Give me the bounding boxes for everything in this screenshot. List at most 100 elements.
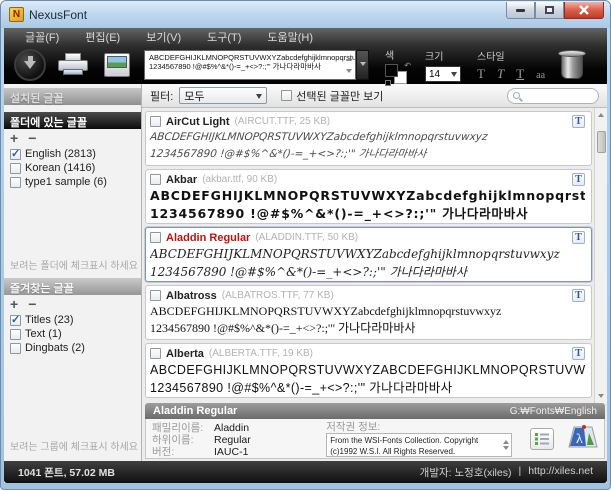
font-name: Akbar — [166, 174, 197, 186]
scroll-down-icon[interactable] — [598, 394, 604, 401]
scroll-up-icon — [503, 437, 509, 444]
font-checkbox[interactable] — [150, 174, 161, 185]
preview-line-2: 1234567890 !@#$%^&*()-=_+<>?:;'" 가나다라마바사 — [149, 62, 343, 71]
folder-item-korean[interactable]: Korean (1416) — [4, 161, 141, 175]
underline-button[interactable]: T — [516, 67, 524, 80]
add-folder-button[interactable]: + — [10, 131, 18, 145]
svg-text:λ: λ — [576, 432, 583, 447]
font-list: AirCut Light (AIRCUT.TTF, 25 KB) T ABCDE… — [142, 108, 594, 403]
font-checkbox[interactable] — [150, 348, 161, 359]
font-preview-line2: 1234567890 !@#$%^&*()-=_+<>?:;'" 가나다라마바사 — [149, 146, 586, 163]
chevron-down-icon — [360, 62, 366, 69]
filter-select[interactable]: 모두 — [179, 87, 267, 104]
print-button[interactable] — [58, 53, 88, 77]
font-list-item[interactable]: AirCut Light (AIRCUT.TTF, 25 KB) T ABCDE… — [145, 111, 592, 166]
restore-button[interactable] — [535, 2, 564, 19]
scroll-up-icon[interactable] — [598, 110, 604, 117]
install-font-icon[interactable]: T — [572, 231, 585, 244]
checkbox[interactable] — [281, 90, 292, 101]
font-list-item[interactable]: Albatross (ALBATROS.TTF, 77 KB) T ABCDEF… — [145, 285, 592, 340]
menu-edit[interactable]: 편집(E) — [72, 29, 133, 45]
selected-only-checkbox[interactable]: 선택된 글꼴만 보기 — [281, 88, 383, 104]
checkbox[interactable] — [10, 329, 21, 340]
search-box[interactable] — [507, 88, 599, 104]
group-item-titles[interactable]: Titles (23) — [4, 313, 141, 327]
checkbox[interactable] — [10, 315, 21, 326]
checkbox[interactable] — [10, 163, 21, 174]
install-font-icon[interactable]: T — [572, 347, 585, 360]
size-group: 크기 14 — [425, 48, 461, 82]
version-value: IAUC-1 — [214, 446, 248, 458]
trash-button[interactable] — [557, 50, 587, 80]
restore-icon — [545, 6, 554, 14]
export-image-button[interactable] — [104, 53, 130, 77]
bold-button[interactable]: T — [477, 67, 485, 80]
install-font-icon[interactable]: T — [572, 173, 585, 186]
swap-colors-icon[interactable]: ↶ — [404, 62, 411, 70]
folder-fonts-header[interactable]: 폴더에 있는 글꼴 — [4, 112, 141, 129]
font-checkbox[interactable] — [150, 290, 161, 301]
font-list-item[interactable]: Akbar (akbar.ttf, 90 KB) T ABCDEFGHIJKLM… — [145, 169, 592, 224]
preview-spinner[interactable] — [344, 52, 354, 78]
preview-dropdown-button[interactable] — [356, 50, 369, 80]
chevron-down-icon — [451, 72, 457, 80]
group-item-dingbats[interactable]: Dingbats (2) — [4, 341, 141, 355]
font-list-item[interactable]: Alberta (ALBERTA.TTF, 19 KB) T ABCDEFGHI… — [145, 343, 592, 398]
font-file-info: (ALBATROS.TTF, 77 KB) — [222, 290, 334, 301]
menu-bar: 글꼴(F) 편집(E) 보기(V) 도구(T) 도움말(H) — [4, 28, 607, 46]
install-font-icon[interactable]: T — [572, 115, 585, 128]
install-font-icon[interactable]: T — [572, 289, 585, 302]
font-info-button[interactable]: λ — [568, 423, 598, 454]
group-item-text[interactable]: Text (1) — [4, 327, 141, 341]
font-name: AirCut Light — [166, 116, 230, 128]
folder-item-type1[interactable]: type1 sample (6) — [4, 175, 141, 189]
font-checkbox[interactable] — [150, 116, 161, 127]
family-name-value: Aladdin — [214, 422, 249, 434]
color-swatches[interactable]: ↶ — [385, 64, 409, 84]
copyright-textbox[interactable]: From the WSI-Fonts Collection. Copyright… — [326, 433, 512, 457]
image-icon — [107, 56, 127, 68]
installed-fonts-header[interactable]: 설치된 글꼴 — [4, 88, 141, 105]
size-select[interactable]: 14 — [425, 66, 461, 82]
window-title: NexusFont — [29, 8, 87, 22]
favorite-fonts-header[interactable]: 즐겨찾는 글꼴 — [4, 278, 141, 295]
install-button[interactable] — [14, 49, 46, 81]
font-name: Alberta — [166, 348, 204, 360]
toolbar: ABCDEFGHIJKLMNOPQRSTUVWXYZabcdefghijklmn… — [4, 46, 607, 84]
color-label: 색 — [385, 47, 394, 62]
search-input[interactable] — [523, 90, 583, 101]
style-group: 스타일 T T T aa — [477, 48, 545, 82]
checkbox[interactable] — [10, 343, 21, 354]
checkbox[interactable] — [10, 177, 21, 188]
italic-button[interactable]: T — [497, 67, 504, 80]
lambda-icon: λ — [568, 423, 598, 449]
copyright-scrollbar[interactable] — [501, 435, 511, 455]
character-list-button[interactable] — [530, 428, 554, 450]
detail-header: Aladdin Regular G:₩Fonts₩English — [145, 403, 605, 419]
foreground-color-swatch[interactable] — [385, 64, 398, 77]
scrollbar-thumb[interactable] — [597, 131, 606, 153]
add-group-button[interactable]: + — [10, 297, 18, 311]
remove-folder-button[interactable]: − — [28, 131, 36, 145]
developer-credit: 개발자: 노정호(xiles) — [420, 465, 512, 480]
minimize-button[interactable] — [506, 2, 535, 19]
folder-item-english[interactable]: English (2813) — [4, 147, 141, 161]
detail-font-path: G:₩Fonts₩English — [510, 406, 597, 417]
menu-tools[interactable]: 도구(T) — [194, 29, 254, 45]
detail-font-name: Aladdin Regular — [153, 405, 237, 417]
antialias-button[interactable]: aa — [536, 69, 545, 82]
font-name: Aladdin Regular — [166, 232, 250, 244]
menu-font[interactable]: 글꼴(F) — [12, 29, 72, 45]
developer-url[interactable]: http://xiles.net — [528, 465, 593, 480]
group-hint-text: 보려는 그룹에 체크표시 하세요 — [4, 438, 141, 453]
font-list-item-selected[interactable]: Aladdin Regular (ALADDIN.TTF, 50 KB) T A… — [145, 227, 592, 282]
reset-colors-icon[interactable] — [385, 80, 391, 86]
close-button[interactable] — [564, 2, 604, 19]
checkbox[interactable] — [10, 149, 21, 160]
menu-view[interactable]: 보기(V) — [133, 29, 194, 45]
remove-group-button[interactable]: − — [28, 297, 36, 311]
preview-text-input[interactable]: ABCDEFGHIJKLMNOPQRSTUVWXYZabcdefghijklmn… — [144, 50, 356, 80]
font-checkbox[interactable] — [150, 232, 161, 243]
vertical-scrollbar[interactable] — [594, 108, 607, 403]
menu-help[interactable]: 도움말(H) — [254, 29, 326, 45]
